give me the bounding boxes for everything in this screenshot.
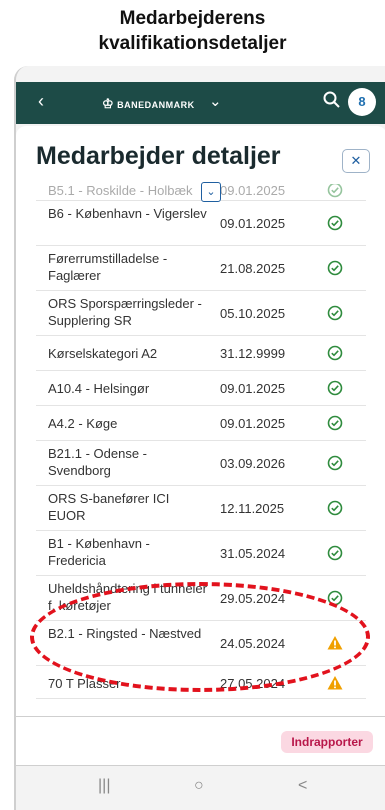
system-nav-bar: ||| ○ < <box>16 771 385 810</box>
qualification-date: 09.01.2025 <box>220 416 286 431</box>
qualification-date: 09.01.2025 <box>220 381 286 396</box>
caption-line-2: kvalifikationsdetaljer <box>98 33 287 54</box>
warning-icon <box>327 636 343 650</box>
footer-bar: Indrapporter <box>16 716 385 766</box>
qualification-row[interactable]: Kørselskategori A2 31.12.9999 <box>36 336 366 371</box>
user-avatar[interactable]: 8 <box>348 88 376 116</box>
valid-check-icon <box>327 380 343 396</box>
home-button[interactable]: ○ <box>194 777 204 795</box>
page-caption: Medarbejderens kvalifikationsdetaljer <box>0 6 385 56</box>
qualification-row[interactable]: B6 - København - Vigerslev 09.01.2025 <box>36 201 366 246</box>
qualification-date: 05.10.2025 <box>220 306 286 321</box>
chevron-down-icon[interactable]: ⌄ <box>209 92 222 110</box>
qualification-row[interactable]: 70 T Plasser 27.05.2024 <box>36 666 366 699</box>
qualification-name: A10.4 - Helsingør <box>48 381 150 396</box>
qualification-date: 12.11.2025 <box>220 501 285 516</box>
qualification-name: B5.1 - Roskilde - Holbæk <box>48 184 193 198</box>
valid-check-icon <box>327 184 343 198</box>
qualification-date: 31.12.9999 <box>220 346 286 361</box>
valid-check-icon <box>327 590 343 606</box>
qualification-name: ORS Sporspærringsleder - Supplering SR <box>48 296 202 328</box>
close-button[interactable]: ✕ <box>342 149 370 173</box>
qualification-row[interactable]: A4.2 - Køge 09.01.2025 <box>36 406 366 441</box>
crown-icon: ♔ <box>102 96 115 111</box>
valid-check-icon <box>327 415 343 431</box>
valid-check-icon <box>327 215 343 231</box>
valid-check-icon <box>327 545 343 561</box>
page-title: Medarbejder detaljer <box>36 142 281 170</box>
report-button[interactable]: Indrapporter <box>281 731 373 753</box>
qualification-row[interactable]: B21.1 - Odense - Svendborg 03.09.2026 <box>36 441 366 486</box>
qualification-date: 09.01.2025 <box>220 216 286 231</box>
brand-name: BANEDANMARK <box>117 100 195 110</box>
qualification-row[interactable]: Førerrumstilladelse - Faglærer 21.08.2025 <box>36 246 366 291</box>
qualification-row[interactable]: Uheldshåndtering i tunneler f. køretøjer… <box>36 576 366 621</box>
qualification-row[interactable]: A10.4 - Helsingør 09.01.2025 <box>36 371 366 406</box>
valid-check-icon <box>327 305 343 321</box>
brand-logo[interactable]: ♔ BANEDANMARK <box>102 96 195 112</box>
qualification-name: B2.1 - Ringsted - Næstved <box>48 626 202 641</box>
qualification-name: Førerrumstilladelse - Faglærer <box>48 251 168 283</box>
app-bar: ‹ ♔ BANEDANMARK ⌄ 8 <box>16 82 385 124</box>
valid-check-icon <box>327 455 343 471</box>
qualification-date: 24.05.2024 <box>220 636 286 651</box>
valid-check-icon <box>327 500 343 516</box>
caption-line-1: Medarbejderens <box>119 8 266 29</box>
qualification-name: B6 - København - Vigerslev <box>48 206 207 221</box>
qualification-name: A4.2 - Køge <box>48 416 118 431</box>
back-button[interactable]: ‹ <box>38 91 44 112</box>
qualification-name: ORS S-banefører ICI EUOR <box>48 491 170 523</box>
phone-screen: ‹ ♔ BANEDANMARK ⌄ 8 Medarbejder detaljer … <box>14 66 385 810</box>
warning-icon <box>327 676 343 690</box>
qualification-name: B1 - København - Fredericia <box>48 536 150 568</box>
search-icon[interactable] <box>322 90 342 110</box>
qualification-row[interactable]: ORS Sporspærringsleder - Supplering SR 05… <box>36 291 366 336</box>
nav-back-button[interactable]: < <box>298 777 307 795</box>
details-sheet: Medarbejder detaljer ✕ ⌄ B5.1 - Roskilde… <box>16 126 385 726</box>
qualification-row[interactable]: B2.1 - Ringsted - Næstved 24.05.2024 <box>36 621 366 666</box>
qualification-date: 03.09.2026 <box>220 456 286 471</box>
qualification-list[interactable]: B5.1 - Roskilde - Holbæk 09.01.2025 B6 - K… <box>36 184 366 724</box>
qualification-date: 31.05.2024 <box>220 546 286 561</box>
qualification-date: 29.05.2024 <box>220 591 286 606</box>
expand-chevron-icon[interactable]: ⌄ <box>201 182 221 202</box>
qualification-name: 70 T Plasser <box>48 676 121 691</box>
qualification-row[interactable]: ORS S-banefører ICI EUOR 12.11.2025 <box>36 486 366 531</box>
qualification-date: 27.05.2024 <box>220 676 286 691</box>
qualification-name: Uheldshåndtering i tunneler f. køretøjer <box>48 581 207 613</box>
qualification-date: 09.01.2025 <box>220 184 286 198</box>
qualification-name: Kørselskategori A2 <box>48 346 158 361</box>
recent-apps-button[interactable]: ||| <box>98 777 110 795</box>
valid-check-icon <box>327 260 343 276</box>
qualification-row[interactable]: B1 - København - Fredericia 31.05.2024 <box>36 531 366 576</box>
qualification-name: B21.1 - Odense - Svendborg <box>48 446 147 478</box>
valid-check-icon <box>327 345 343 361</box>
qualification-date: 21.08.2025 <box>220 261 286 276</box>
